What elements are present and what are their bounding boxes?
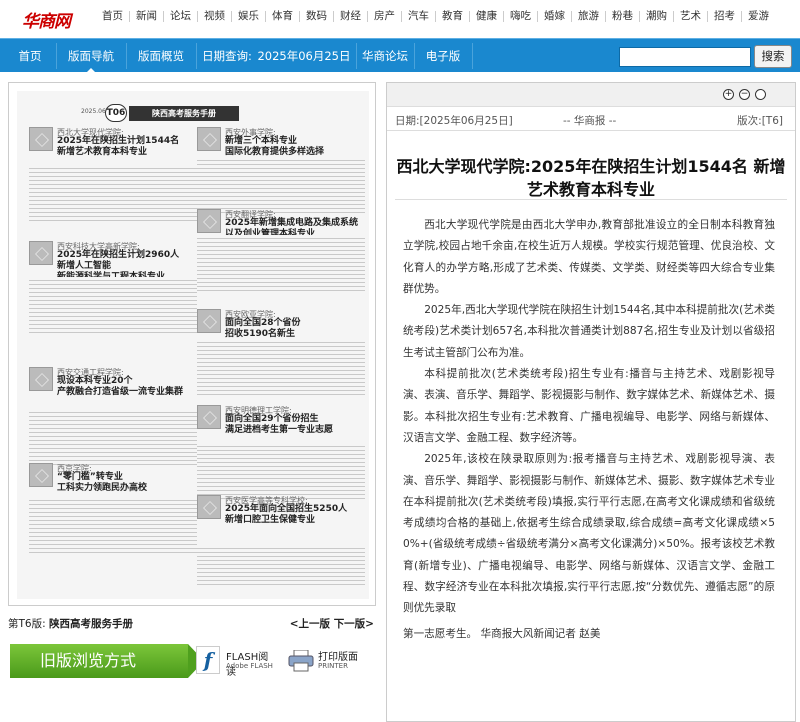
nav-page-guide[interactable]: 版面导航 [60,39,122,73]
reset-zoom-icon[interactable] [755,89,766,100]
article-paragraph: 本科提前批次(艺术类统考段)招生专业有:播音与主持艺术、戏剧影视导演、表演、音乐… [403,368,775,444]
article-body: 西北大学现代学院是由西北大学申办,教育部批准设立的全日制本科教育独立学院,校园占… [403,215,775,645]
article-image [197,405,221,429]
flash-icon: f [196,646,220,674]
page-thumbnail-panel: 2025.06.25 T06 陕西高考服务手册 西北大学现代学院: 2025年在陕… [8,82,376,606]
article-source: -- 华商报 -- [563,115,617,127]
flash-reader-button[interactable]: f FLASH阅读 Adobe FLASH [196,646,278,678]
article-text-lines [29,409,197,467]
article-headline: 面向全国29个省份招生 满足进档考生第一专业志愿 [225,414,334,435]
article-image [29,241,53,265]
logo-text: 华商网 [22,12,71,32]
prev-page-link[interactable]: <上一版 [290,618,330,630]
zoom-in-icon[interactable]: + [723,89,734,100]
nav-home[interactable]: 首页 [8,39,52,73]
article-text-lines [197,235,365,293]
topnav-link[interactable]: 教育 [436,10,470,22]
printer-icon [288,650,314,672]
section-title: 陕西高考服务手册 [129,106,239,121]
article-toolbar: + − [387,83,795,107]
topnav-link[interactable]: 论坛 [164,10,198,22]
topnav-link[interactable]: 潮购 [640,10,674,22]
article-text-lines [197,339,365,397]
print-label: 打印版面 [318,652,358,663]
article-paragraph: 西北大学现代学院是由西北大学申办,教育部批准设立的全日制本科教育独立学院,校园占… [403,219,775,295]
article-panel: + − 日期:[2025年06月25日] -- 华商报 -- 版次:[T6] 西… [386,82,796,722]
topnav-link[interactable]: 招考 [708,10,742,22]
top-bar: 华商网 首页 新闻 论坛 视频 娱乐 体育 数码 财经 房产 汽车 教育 健康 嗨吃 婚嫁 旅游 粉巷 潮购 艺术… [0,0,800,32]
topnav-link[interactable]: 汽车 [402,10,436,22]
article-headline: 新增三个本科专业 国际化教育提供多样选择 [225,136,325,157]
main-nav-bar: 首页 版面导航 版面概览 日期查询: 2025年06月25日 ▼ 华商论坛 电子… [0,38,800,99]
article-text-lines [29,165,197,223]
article-image [197,495,221,519]
old-view-button[interactable]: 旧版浏览方式 [10,644,204,678]
page-caption: 第T6版: 陕西高考服务手册 <上一版 下一版> [8,614,376,632]
article-text-lines [29,497,197,555]
topnav-link[interactable]: 娱乐 [232,10,266,22]
topnav-link[interactable]: 新闻 [130,10,164,22]
search-button[interactable]: 搜索 [754,45,792,68]
nav-page-overview[interactable]: 版面概览 [130,39,192,73]
nav-forum[interactable]: 华商论坛 [360,39,410,73]
print-sub: PRINTER [318,662,348,670]
top-nav: 首页 新闻 论坛 视频 娱乐 体育 数码 财经 房产 汽车 教育 健康 嗨吃 婚嫁 旅游 粉巷 潮购 艺术 招考 爱游 [96,0,775,32]
topnav-link[interactable]: 婚嫁 [538,10,572,22]
topnav-link[interactable]: 视频 [198,10,232,22]
section-name: 陕西高考服务手册 [48,618,133,630]
date-value: 2025年06月25日 [257,49,351,63]
next-page-link[interactable]: 下一版> [334,618,374,630]
article-text-lines [197,443,365,501]
print-page-button[interactable]: 打印版面 PRINTER [288,646,378,676]
article-image [197,209,221,233]
article-paragraph: 2025年,该校在陕录取原则为:报考播音与主持艺术、戏剧影视导演、表演、音乐学、… [403,453,775,615]
topnav-link[interactable]: 嗨吃 [504,10,538,22]
date-select[interactable]: 2025年06月25日 ▼ [256,39,352,99]
topnav-link[interactable]: 粉巷 [606,10,640,22]
topnav-link[interactable]: 旅游 [572,10,606,22]
topnav-link[interactable]: 健康 [470,10,504,22]
page-header: 2025.06.25 T06 陕西高考服务手册 [77,103,277,123]
article-paragraph: 2025年,西北大学现代学院在陕招生计划1544名,其中本科提前批次(艺术类统考… [403,304,776,359]
topnav-link[interactable]: 爱游 [742,10,775,22]
article-image [29,367,53,391]
version-badge: T06 [105,104,127,122]
search-input[interactable] [619,47,751,67]
date-query-label: 日期查询: [202,49,252,63]
topnav-link[interactable]: 首页 [96,10,130,22]
zoom-out-icon[interactable]: − [739,89,750,100]
article-text-lines [197,545,365,585]
article-last-line: 第一志愿考生。 华商报大风新闻记者 赵美 [403,627,601,640]
article-headline: 2025年在陕招生计划1544名 新增艺术教育本科专业 [57,136,180,157]
article-text-lines [29,277,197,335]
article-meta: 日期:[2025年06月25日] -- 华商报 -- 版次:[T6] [387,109,795,131]
nav-epaper[interactable]: 电子版 [418,39,468,73]
topnav-link[interactable]: 房产 [368,10,402,22]
site-logo[interactable]: 华商网 [4,5,74,32]
article-image [29,463,53,487]
article-headline: “零门槛”转专业 工科实力领跑民办高校 [57,472,148,493]
topnav-link[interactable]: 艺术 [674,10,708,22]
flash-sub: Adobe FLASH [226,662,273,670]
article-image [197,309,221,333]
topnav-link[interactable]: 体育 [266,10,300,22]
article-date: 日期:[2025年06月25日] [395,115,513,127]
article-headline: 面向全国28个省份 招收5190名新生 [225,318,301,339]
topnav-link[interactable]: 财经 [334,10,368,22]
topnav-link[interactable]: 数码 [300,10,334,22]
newspaper-page-image[interactable]: 2025.06.25 T06 陕西高考服务手册 西北大学现代学院: 2025年在陕… [17,91,369,599]
article-image [197,127,221,151]
article-text-lines [197,157,365,215]
article-version: 版次:[T6] [737,115,783,127]
article-headline: 现设本科专业20个 产教融合打造省级一流专业集群 [57,376,184,397]
article-headline: 2025年面向全国招生5250人 新增口腔卫生保健专业 [225,504,348,525]
version-name: 第T6版: [8,618,46,630]
article-title: 西北大学现代学院:2025年在陕招生计划1544名 新增艺术教育本科专业 [396,157,786,199]
article-image [29,127,53,151]
